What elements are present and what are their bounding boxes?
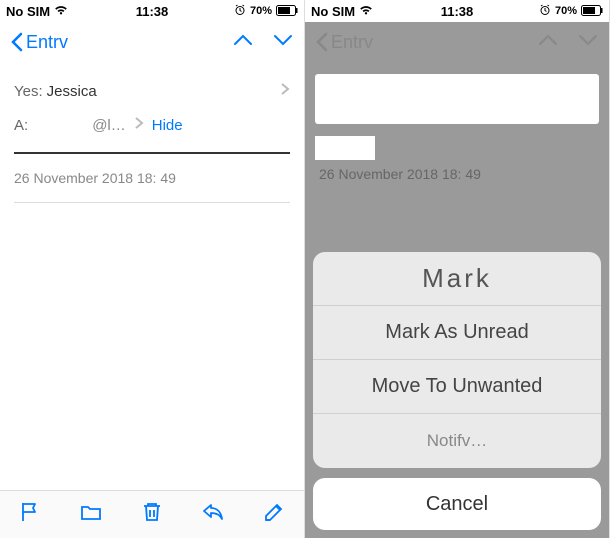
divider xyxy=(14,152,290,154)
notify-button[interactable]: Notifv… xyxy=(313,414,601,468)
screen-left: No SIM 11:38 70% Entrv xyxy=(0,0,305,538)
flag-button[interactable] xyxy=(18,500,42,529)
from-row[interactable]: Yes: Jessica xyxy=(14,74,290,108)
compose-button[interactable] xyxy=(262,500,286,529)
move-unwanted-button[interactable]: Move To Unwanted xyxy=(313,360,601,414)
nav-bar: Entrv xyxy=(0,22,304,62)
back-label: Entrv xyxy=(331,32,373,53)
divider xyxy=(14,202,290,203)
next-message-button[interactable] xyxy=(577,32,599,53)
wifi-icon xyxy=(359,4,373,19)
sheet-title: Mark xyxy=(313,252,601,306)
status-time: 11:38 xyxy=(441,4,474,19)
to-label: A: xyxy=(14,117,28,134)
battery-label: 70% xyxy=(555,5,577,17)
hide-button[interactable]: Hide xyxy=(152,117,183,134)
wifi-icon xyxy=(54,4,68,19)
prev-message-button[interactable] xyxy=(537,32,559,53)
from-value: Jessica xyxy=(47,83,280,100)
carrier-label: No SIM xyxy=(311,4,355,19)
nav-arrows xyxy=(537,32,599,53)
redacted-subject xyxy=(315,136,375,160)
move-button[interactable] xyxy=(79,500,103,529)
to-row[interactable]: A: @l… Hide xyxy=(14,108,290,142)
chevron-right-icon xyxy=(280,82,290,100)
prev-message-button[interactable] xyxy=(232,32,254,53)
cancel-button[interactable]: Cancel xyxy=(313,478,601,530)
from-label: Yes: xyxy=(14,83,43,100)
timestamp: 26 November 2018 18: 49 xyxy=(305,166,609,190)
to-value: @l… xyxy=(92,117,126,134)
battery-icon xyxy=(276,4,298,19)
trash-button[interactable] xyxy=(140,500,164,529)
redacted-header xyxy=(315,74,599,124)
battery-label: 70% xyxy=(250,5,272,17)
status-time: 11:38 xyxy=(136,4,169,19)
nav-arrows xyxy=(232,32,294,53)
mark-unread-button[interactable]: Mark As Unread xyxy=(313,306,601,360)
carrier-label: No SIM xyxy=(6,4,50,19)
action-sheet: Mark Mark As Unread Move To Unwanted Not… xyxy=(313,252,601,530)
alarm-icon xyxy=(234,4,246,19)
chevron-right-icon xyxy=(134,116,144,134)
status-bar: No SIM 11:38 70% xyxy=(0,0,304,22)
next-message-button[interactable] xyxy=(272,32,294,53)
reply-button[interactable] xyxy=(201,500,225,529)
toolbar xyxy=(0,490,304,538)
back-button[interactable]: Entrv xyxy=(10,32,68,53)
action-sheet-group: Mark Mark As Unread Move To Unwanted Not… xyxy=(313,252,601,468)
battery-icon xyxy=(581,4,603,19)
alarm-icon xyxy=(539,4,551,19)
nav-bar: Entrv xyxy=(305,22,609,62)
back-button[interactable]: Entrv xyxy=(315,32,373,53)
screen-right: No SIM 11:38 70% Entrv xyxy=(305,0,610,538)
status-bar: No SIM 11:38 70% xyxy=(305,0,609,22)
message-header: Yes: Jessica A: @l… Hide 26 November 201… xyxy=(0,62,304,225)
back-label: Entrv xyxy=(26,32,68,53)
timestamp: 26 November 2018 18: 49 xyxy=(14,164,290,192)
